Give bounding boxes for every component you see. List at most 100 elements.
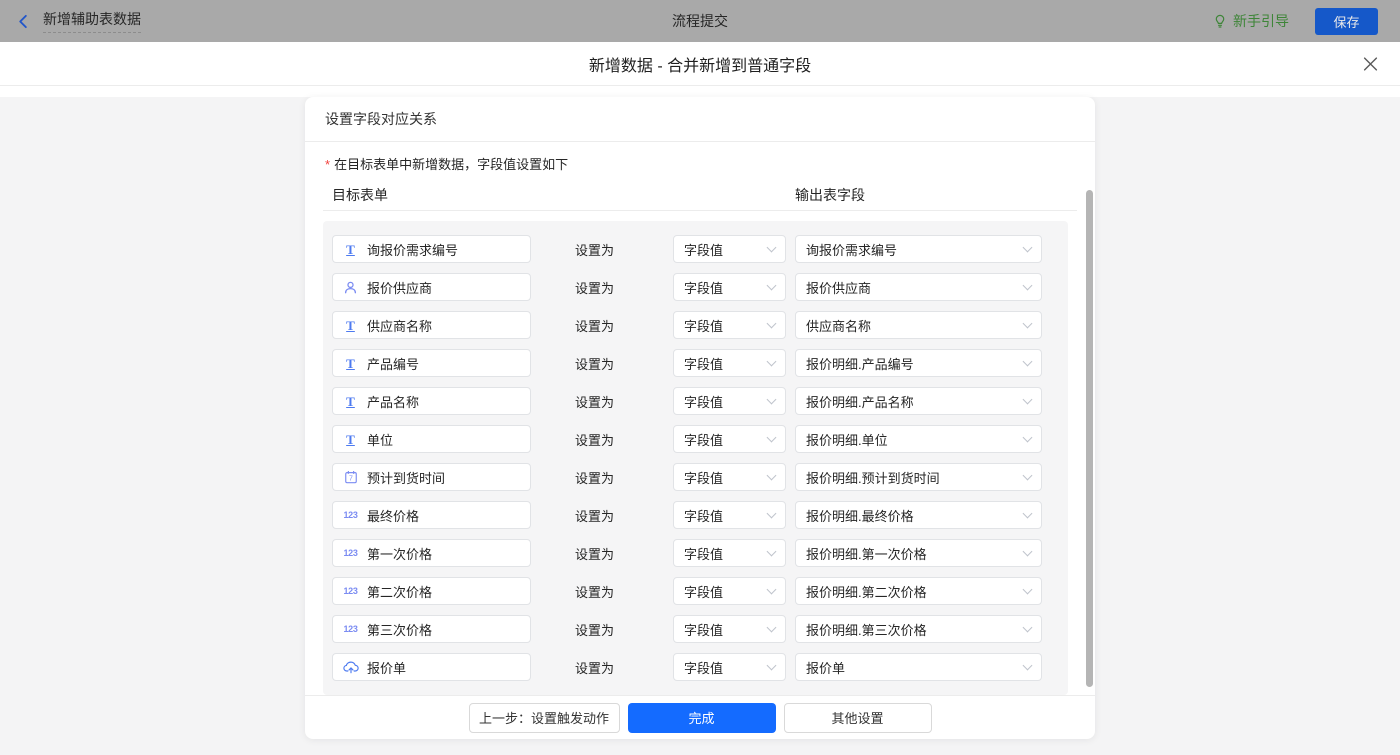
guide-button[interactable]: 新手引导	[1213, 11, 1289, 31]
target-field-input[interactable]: T 询报价需求编号	[332, 235, 531, 263]
required-asterisk: *	[325, 157, 330, 172]
target-field-input[interactable]: T 单位	[332, 425, 531, 453]
output-field-select[interactable]: 报价明细.单位	[795, 425, 1042, 453]
output-field-select[interactable]: 报价明细.最终价格	[795, 501, 1042, 529]
target-field-input[interactable]: T 产品名称	[332, 387, 531, 415]
set-as-label: 设置为	[575, 544, 614, 563]
chevron-down-icon	[767, 584, 777, 594]
mapping-rows: T 询报价需求编号 设置为 字段值 询报价需求编号 报价供应商 设置为 字段值 …	[323, 221, 1068, 695]
output-field-select[interactable]: 报价明细.第一次价格	[795, 539, 1042, 567]
target-field-input[interactable]: 123 第二次价格	[332, 577, 531, 605]
target-field-input[interactable]: T 产品编号	[332, 349, 531, 377]
value-type-select[interactable]: 字段值	[673, 463, 786, 491]
text-icon: T	[342, 243, 359, 256]
value-type-select[interactable]: 字段值	[673, 577, 786, 605]
panel-body: *在目标表单中新增数据，字段值设置如下 目标表单 输出表字段 T 询报价需求编号…	[305, 142, 1095, 695]
chevron-down-icon	[1023, 546, 1033, 556]
svg-text:7: 7	[349, 476, 353, 483]
set-as-label: 设置为	[575, 582, 614, 601]
mapping-row: T 询报价需求编号 设置为 字段值 询报价需求编号	[332, 235, 1068, 263]
set-as-label: 设置为	[575, 658, 614, 677]
target-field-input[interactable]: 报价供应商	[332, 273, 531, 301]
other-settings-button[interactable]: 其他设置	[784, 703, 932, 733]
set-as-label: 设置为	[575, 430, 614, 449]
output-field-select[interactable]: 供应商名称	[795, 311, 1042, 339]
target-field-input[interactable]: 7 预计到货时间	[332, 463, 531, 491]
chevron-down-icon	[767, 546, 777, 556]
chevron-down-icon	[1023, 280, 1033, 290]
output-field-select[interactable]: 报价明细.产品编号	[795, 349, 1042, 377]
chevron-down-icon	[1023, 584, 1033, 594]
output-field-select[interactable]: 询报价需求编号	[795, 235, 1042, 263]
mapping-row: 报价供应商 设置为 字段值 报价供应商	[332, 273, 1068, 301]
mapping-row: 7 预计到货时间 设置为 字段值 报价明细.预计到货时间	[332, 463, 1068, 491]
set-as-label: 设置为	[575, 392, 614, 411]
chevron-down-icon	[1023, 432, 1033, 442]
value-type-select[interactable]: 字段值	[673, 349, 786, 377]
back-chevron-icon	[16, 14, 31, 29]
scrollbar-thumb[interactable]	[1086, 190, 1093, 687]
output-field-select[interactable]: 报价明细.产品名称	[795, 387, 1042, 415]
prev-step-button[interactable]: 上一步：设置触发动作	[469, 703, 620, 733]
value-type-select[interactable]: 字段值	[673, 501, 786, 529]
value-type-select[interactable]: 字段值	[673, 615, 786, 643]
panel-footer: 上一步：设置触发动作 完成 其他设置	[305, 695, 1095, 739]
mapping-row: 123 第二次价格 设置为 字段值 报价明细.第二次价格	[332, 577, 1068, 605]
output-field-select[interactable]: 报价单	[795, 653, 1042, 681]
chevron-down-icon	[767, 432, 777, 442]
target-field-input[interactable]: 123 第一次价格	[332, 539, 531, 567]
done-button[interactable]: 完成	[628, 703, 776, 733]
target-field-input[interactable]: 123 第三次价格	[332, 615, 531, 643]
number-icon: 123	[342, 548, 359, 558]
mapping-row: 123 第一次价格 设置为 字段值 报价明细.第一次价格	[332, 539, 1068, 567]
mapping-row: 报价单 设置为 字段值 报价单	[332, 653, 1068, 681]
value-type-select[interactable]: 字段值	[673, 311, 786, 339]
chevron-down-icon	[1023, 508, 1033, 518]
save-button[interactable]: 保存	[1315, 8, 1378, 35]
chevron-down-icon	[767, 470, 777, 480]
mapping-row: 123 最终价格 设置为 字段值 报价明细.最终价格	[332, 501, 1068, 529]
mapping-row: T 供应商名称 设置为 字段值 供应商名称	[332, 311, 1068, 339]
chevron-down-icon	[767, 508, 777, 518]
flow-title: 流程提交	[672, 11, 728, 31]
target-field-input[interactable]: 123 最终价格	[332, 501, 531, 529]
set-as-label: 设置为	[575, 506, 614, 525]
column-headers: 目标表单 输出表字段	[323, 184, 1077, 211]
chevron-down-icon	[767, 622, 777, 632]
field-mapping-panel: 设置字段对应关系 *在目标表单中新增数据，字段值设置如下 目标表单 输出表字段 …	[305, 97, 1095, 739]
output-field-select[interactable]: 报价明细.第二次价格	[795, 577, 1042, 605]
output-field-select[interactable]: 报价供应商	[795, 273, 1042, 301]
set-as-label: 设置为	[575, 620, 614, 639]
set-as-label: 设置为	[575, 468, 614, 487]
mapping-row: T 产品编号 设置为 字段值 报价明细.产品编号	[332, 349, 1068, 377]
set-as-label: 设置为	[575, 316, 614, 335]
column-header-target: 目标表单	[332, 185, 388, 205]
action-title[interactable]: 新增辅助表数据	[43, 9, 141, 33]
target-field-input[interactable]: T 供应商名称	[332, 311, 531, 339]
target-field-input[interactable]: 报价单	[332, 653, 531, 681]
value-type-select[interactable]: 字段值	[673, 539, 786, 567]
value-type-select[interactable]: 字段值	[673, 235, 786, 263]
member-icon	[342, 280, 359, 295]
date-icon: 7	[342, 470, 359, 484]
text-icon: T	[342, 319, 359, 332]
value-type-select[interactable]: 字段值	[673, 653, 786, 681]
upload-icon	[342, 660, 359, 674]
value-type-select[interactable]: 字段值	[673, 273, 786, 301]
close-button[interactable]	[1363, 56, 1378, 71]
number-icon: 123	[342, 586, 359, 596]
modal-title-bar: 新增数据 - 合并新增到普通字段	[0, 42, 1400, 86]
output-field-select[interactable]: 报价明细.第三次价格	[795, 615, 1042, 643]
output-field-select[interactable]: 报价明细.预计到货时间	[795, 463, 1042, 491]
chevron-down-icon	[1023, 318, 1033, 328]
back-button[interactable]	[16, 14, 31, 29]
text-icon: T	[342, 433, 359, 446]
chevron-down-icon	[1023, 356, 1033, 366]
chevron-down-icon	[1023, 394, 1033, 404]
set-as-label: 设置为	[575, 240, 614, 259]
set-as-label: 设置为	[575, 278, 614, 297]
value-type-select[interactable]: 字段值	[673, 425, 786, 453]
value-type-select[interactable]: 字段值	[673, 387, 786, 415]
guide-label: 新手引导	[1233, 11, 1289, 31]
topbar: 新增辅助表数据 流程提交 新手引导 保存	[0, 0, 1400, 42]
